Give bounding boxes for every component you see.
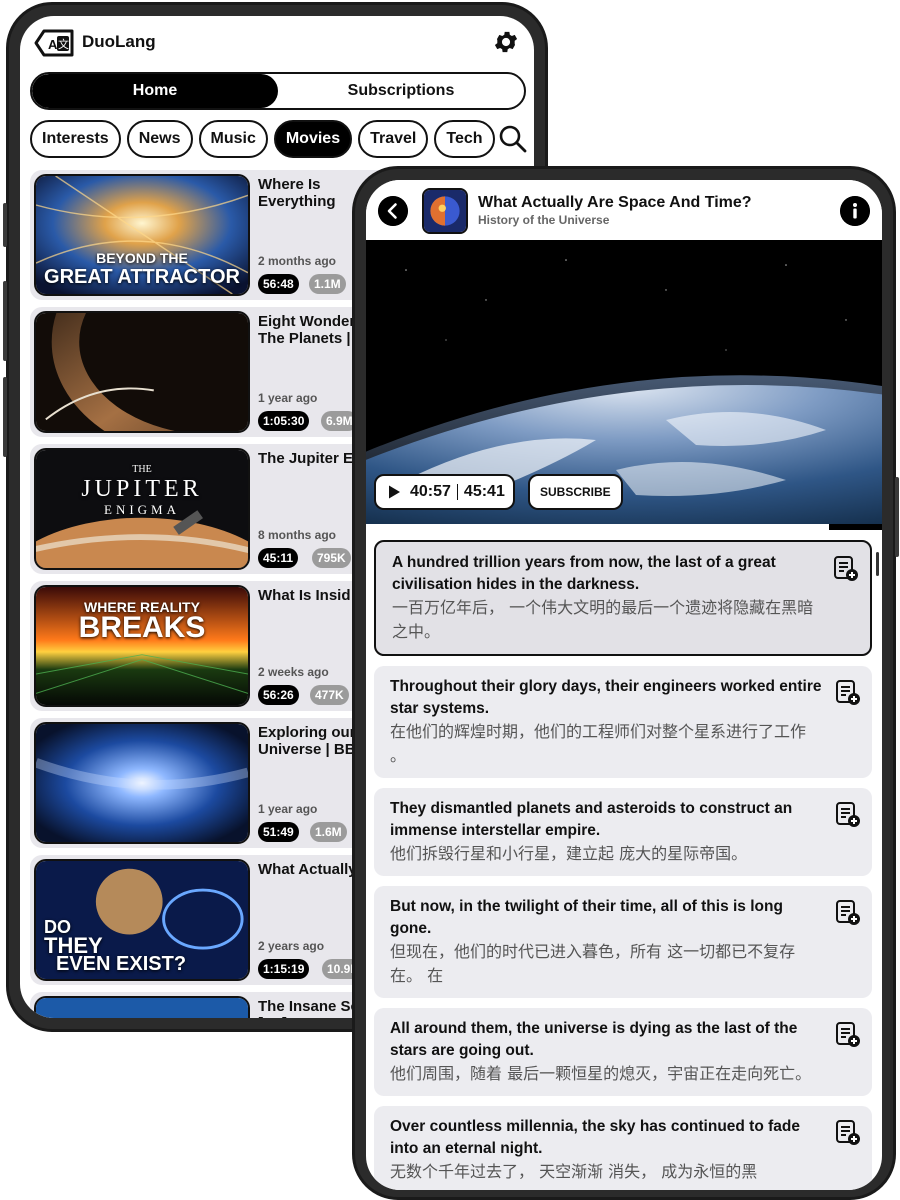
subtitle-item[interactable]: But now, in the twilight of their time, … [374, 886, 872, 998]
subtitle-list: A hundred trillion years from now, the l… [374, 540, 872, 1190]
video-age: 8 months ago [258, 528, 337, 542]
add-to-notes-icon[interactable] [832, 554, 860, 582]
subtitle-chinese: 一百万亿年后， 一个伟大文明的最后一个遗迹将隐藏在黑暗之中。 [392, 598, 814, 641]
add-to-notes-icon[interactable] [834, 1118, 862, 1146]
video-age: 2 months ago [258, 254, 337, 268]
thumbnail-caption: ENIGMA [104, 502, 180, 517]
current-time: 40:57 [410, 483, 451, 500]
video-thumbnail[interactable] [34, 311, 250, 433]
phone-side-key [3, 203, 7, 247]
add-to-notes-icon[interactable] [834, 678, 862, 706]
playback-progress-bar[interactable] [366, 524, 882, 530]
play-icon[interactable] [386, 484, 402, 500]
video-player[interactable]: 40:57 45:41 SUBSCRIBE [366, 240, 882, 524]
chip-tech[interactable]: Tech [434, 120, 495, 158]
phone-side-key [3, 377, 7, 457]
subtitle-english: A hundred trillion years from now, the l… [392, 554, 776, 593]
chip-interests[interactable]: Interests [30, 120, 121, 158]
video-thumbnail[interactable]: BEYOND THE GREAT ATTRACTOR [34, 174, 250, 296]
subtitle-english: Over countless millennia, the sky has co… [390, 1118, 800, 1157]
video-thumbnail[interactable] [34, 996, 250, 1018]
add-to-notes-icon[interactable] [834, 898, 862, 926]
duration-badge: 51:49 [258, 822, 299, 842]
chip-music[interactable]: Music [198, 120, 268, 158]
video-age: 1 year ago [258, 391, 318, 405]
info-icon[interactable] [840, 196, 870, 226]
subtitle-item[interactable]: Throughout their glory days, their engin… [374, 666, 872, 778]
video-thumbnail[interactable]: THE JUPITER ENIGMA [34, 448, 250, 570]
subtitle-chinese: 他们周围，随着 最后一颗恒星的熄灭，宇宙正在走向死亡。 [390, 1064, 812, 1083]
subtitle-english: But now, in the twilight of their time, … [390, 898, 783, 937]
chip-movies[interactable]: Movies [273, 120, 353, 158]
thumbnail-caption: BREAKS [78, 611, 206, 644]
channel-name[interactable]: History of the Universe [478, 213, 609, 227]
chevron-left-icon[interactable] [378, 196, 408, 226]
gear-icon[interactable] [492, 28, 520, 56]
subtitle-english: Throughout their glory days, their engin… [390, 678, 822, 717]
duration-badge: 56:48 [258, 274, 299, 294]
subtitle-chinese: 他们拆毁行星和小行星，建立起 庞大的星际帝国。 [390, 844, 748, 863]
total-time: 45:41 [463, 483, 505, 500]
channel-avatar[interactable] [422, 188, 468, 234]
subtitle-item[interactable]: All around them, the universe is dying a… [374, 1008, 872, 1096]
chip-news[interactable]: News [126, 120, 193, 158]
thumbnail-caption: THE [132, 464, 152, 475]
chip-travel[interactable]: Travel [358, 120, 429, 158]
add-to-notes-icon[interactable] [834, 1020, 862, 1048]
playback-time[interactable]: 40:57 45:41 [374, 474, 515, 510]
duration-badge: 45:11 [258, 548, 299, 568]
phone-side-key [3, 281, 7, 361]
views-badge: 477K [310, 685, 349, 705]
video-thumbnail[interactable] [34, 722, 250, 844]
video-title: What Actually Are Space And Time? [478, 194, 752, 211]
thumbnail-caption: EVEN EXIST? [56, 953, 187, 975]
subtitle-item[interactable]: They dismantled planets and asteroids to… [374, 788, 872, 876]
thumbnail-caption: JUPITER [81, 476, 203, 502]
tab-home[interactable]: Home [32, 74, 278, 108]
subtitle-english: They dismantled planets and asteroids to… [390, 800, 793, 839]
video-age: 2 weeks ago [258, 665, 329, 679]
front-phone: What Actually Are Space And Time? Histor… [352, 166, 899, 1200]
progress-fill [366, 524, 829, 530]
video-thumbnail[interactable]: WHERE REALITY BREAKS [34, 585, 250, 707]
duration-badge: 1:15:19 [258, 959, 310, 979]
category-chips: Interests News Music Movies Travel Tech [30, 120, 530, 158]
video-thumbnail[interactable]: DO THEY EVEN EXIST? [34, 859, 250, 981]
duration-badge: 56:26 [258, 685, 299, 705]
subscribe-button[interactable]: SUBSCRIBE [528, 474, 623, 510]
thumbnail-caption: GREAT ATTRACTOR [44, 266, 240, 288]
app-brand-name: DuoLang [82, 32, 156, 51]
phone-side-key [895, 477, 899, 557]
video-age: 2 years ago [258, 939, 325, 953]
thumbnail-caption: BEYOND THE [96, 250, 188, 266]
search-icon[interactable] [496, 122, 530, 156]
subtitle-english: All around them, the universe is dying a… [390, 1020, 798, 1059]
subtitle-item[interactable]: A hundred trillion years from now, the l… [374, 540, 872, 656]
views-badge: 795K [312, 548, 351, 568]
svg-text:A: A [48, 37, 58, 52]
subtitle-chinese: 无数个千年过去了， 天空渐渐 消失， 成为永恒的黑 [390, 1162, 758, 1181]
tab-subscriptions[interactable]: Subscriptions [278, 74, 524, 108]
video-age: 1 year ago [258, 802, 318, 816]
svg-text:文: 文 [58, 37, 69, 51]
views-badge: 1.1M [309, 274, 346, 294]
subtitle-scrollbar[interactable] [876, 552, 879, 576]
home-tab-switcher: Home Subscriptions [30, 72, 526, 110]
subtitle-chinese: 在他们的辉煌时期，他们的工程师们对整个星系进行了工作 。 [390, 722, 807, 765]
subtitle-chinese: 但现在，他们的时代已进入暮色，所有 这一切都已不复存在。 在 [390, 942, 796, 985]
views-badge: 1.6M [310, 822, 347, 842]
add-to-notes-icon[interactable] [834, 800, 862, 828]
player-screen: What Actually Are Space And Time? Histor… [366, 180, 882, 1190]
app-header: A 文 DuoLang [20, 16, 534, 72]
translate-logo-icon[interactable]: A 文 [34, 28, 74, 58]
duration-badge: 1:05:30 [258, 411, 310, 431]
subtitle-item[interactable]: Over countless millennia, the sky has co… [374, 1106, 872, 1190]
player-header: What Actually Are Space And Time? Histor… [366, 180, 882, 240]
